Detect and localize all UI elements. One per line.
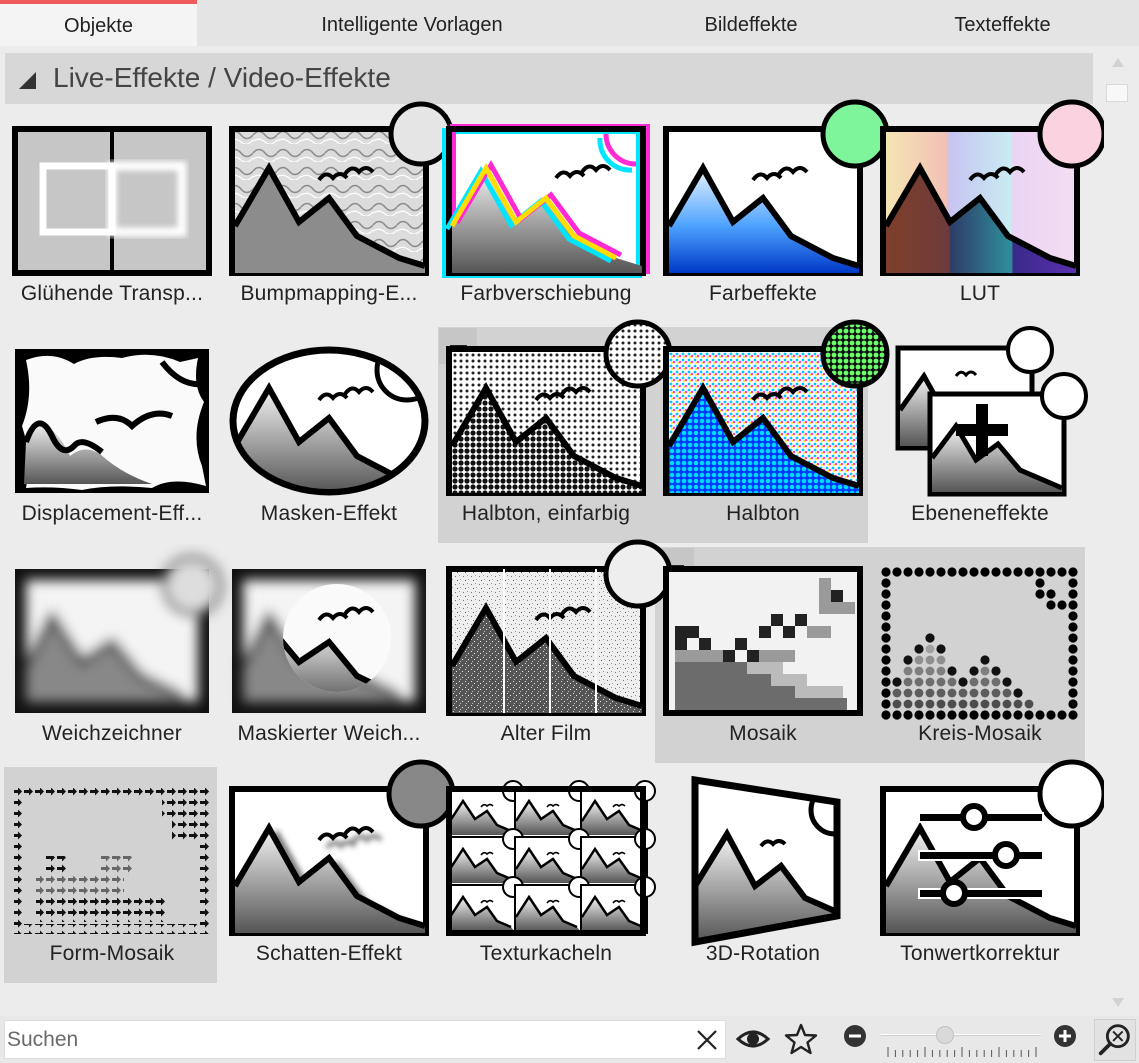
bumpmapping-icon (229, 101, 454, 276)
tab-bar: Objekte Intelligente Vorlagen Bildeffekt… (0, 0, 1139, 46)
mosaic-icon (663, 566, 863, 716)
effect-label: Farbeffekte (708, 282, 818, 305)
mask-effect-icon (229, 346, 429, 496)
scroll-up-icon[interactable] (1112, 58, 1124, 67)
effect-label: Masken-Effekt (260, 502, 398, 525)
effect-label: Texturkacheln (479, 942, 613, 965)
favorites-button[interactable] (781, 1019, 821, 1059)
blur-icon (12, 555, 223, 716)
effect-label: Halbton (726, 502, 800, 525)
zoom-out-icon[interactable] (843, 1024, 867, 1048)
effect-tile-alter-film[interactable]: Alter Film (438, 539, 673, 772)
glowing-transparency-icon (12, 126, 212, 276)
shadow-effect-icon (229, 759, 456, 936)
section-title: Live-Effekte / Video-Effekte (53, 62, 391, 93)
lut-icon (880, 99, 1107, 276)
texture-tiles-icon (446, 780, 656, 936)
layer-effects-icon (880, 326, 1088, 497)
effects-panel: Live-Effekte / Video-Effekte Glühende Tr… (0, 46, 1107, 1016)
zoom-slider-ticks (887, 1047, 1037, 1057)
bottom-toolbar (0, 1016, 1139, 1063)
tab-objekte[interactable]: Objekte (0, 0, 197, 46)
zoom-in-icon[interactable] (1053, 1024, 1077, 1048)
effect-tile-halbton-einfarbig[interactable]: Halbton, einfarbig (438, 319, 673, 552)
displacement-icon (12, 346, 212, 496)
effect-tile-texturkacheln[interactable]: Texturkacheln (438, 776, 656, 992)
close-icon[interactable] (695, 1028, 719, 1052)
collapse-triangle-icon[interactable] (19, 72, 36, 89)
tab-texteffekte[interactable]: Texteffekte (875, 0, 1130, 46)
shape-mosaic-icon (12, 786, 212, 936)
vertical-scrollbar[interactable] (1104, 46, 1139, 1016)
zoom-fit-button[interactable] (1094, 1019, 1136, 1061)
effect-tile-masken-effekt[interactable]: Masken-Effekt (221, 336, 437, 552)
effect-tile-schatten-effekt[interactable]: Schatten-Effekt (221, 759, 456, 992)
effect-label: Weichzeichner (42, 722, 182, 745)
3d-rotation-icon (663, 775, 863, 947)
search-input[interactable] (5, 1021, 685, 1058)
effect-tile-maskierter-weichzeichner[interactable]: Maskierter Weich... (221, 556, 437, 772)
effect-tile-tonwertkorrektur[interactable]: Tonwertkorrektur (872, 759, 1107, 992)
scrollbar-thumb[interactable] (1106, 84, 1128, 102)
effect-label: Maskierter Weich... (237, 722, 421, 745)
effect-tile-bumpmapping[interactable]: Bumpmapping-E... (221, 101, 454, 332)
effect-tile-gluehende-transparenz[interactable]: Glühende Transp... (4, 116, 220, 332)
effect-label: Mosaik (729, 722, 797, 745)
effect-label: Farbverschiebung (460, 282, 632, 305)
eye-icon (735, 1030, 771, 1048)
circle-mosaic-icon (880, 566, 1080, 720)
zoom-slider-track[interactable] (881, 1034, 1041, 1036)
effect-tile-halbton[interactable]: Halbton (655, 319, 890, 552)
effect-tile-kreis-mosaik[interactable]: Kreis-Mosaik (872, 556, 1088, 772)
effect-tile-ebeneneffekte[interactable]: Ebeneneffekte (872, 326, 1088, 552)
effect-label: Ebeneneffekte (911, 502, 1049, 525)
effect-label: LUT (959, 282, 1001, 305)
effect-label: Tonwertkorrektur (900, 942, 1060, 965)
effect-label: Bumpmapping-E... (240, 282, 418, 305)
effect-tile-lut[interactable]: LUT (872, 99, 1107, 332)
zoom-fit-icon (1098, 1024, 1130, 1056)
effect-tile-mosaik[interactable]: Mosaik (655, 556, 871, 772)
effect-label: Schatten-Effekt (255, 942, 403, 965)
effect-tile-3d-rotation[interactable]: 3D-Rotation (655, 775, 871, 992)
zoom-slider-thumb[interactable] (936, 1026, 954, 1044)
visibility-filter-button[interactable] (733, 1019, 773, 1059)
effect-tile-weichzeichner[interactable]: Weichzeichner (4, 555, 223, 772)
effect-tile-form-mosaik[interactable]: Form-Mosaik (4, 776, 220, 992)
star-icon (784, 1023, 818, 1055)
effect-label: Form-Mosaik (49, 942, 175, 965)
old-film-icon (446, 539, 673, 716)
effect-tile-farbverschiebung[interactable]: Farbverschiebung (438, 116, 654, 332)
effect-label: Kreis-Mosaik (918, 722, 1042, 745)
tonal-correction-icon (880, 759, 1107, 936)
color-shift-icon (442, 124, 650, 278)
tab-bildeffekte[interactable]: Bildeffekte (627, 0, 875, 46)
effect-label: Displacement-Eff... (21, 502, 203, 525)
color-effects-icon (663, 99, 890, 276)
effect-label: Glühende Transp... (20, 282, 204, 305)
effect-label: 3D-Rotation (705, 942, 821, 965)
effect-label: Alter Film (500, 722, 592, 745)
search-box (4, 1020, 726, 1059)
scroll-down-icon[interactable] (1112, 998, 1124, 1007)
masked-blur-icon (229, 566, 429, 716)
section-header[interactable]: Live-Effekte / Video-Effekte (5, 53, 1093, 104)
halftone-mono-icon (446, 319, 673, 496)
tab-intelligente-vorlagen[interactable]: Intelligente Vorlagen (197, 0, 627, 46)
effect-label: Halbton, einfarbig (461, 502, 631, 525)
effect-tile-displacement[interactable]: Displacement-Eff... (4, 336, 220, 552)
halftone-icon (663, 319, 890, 496)
effect-tile-farbeffekte[interactable]: Farbeffekte (655, 99, 890, 332)
